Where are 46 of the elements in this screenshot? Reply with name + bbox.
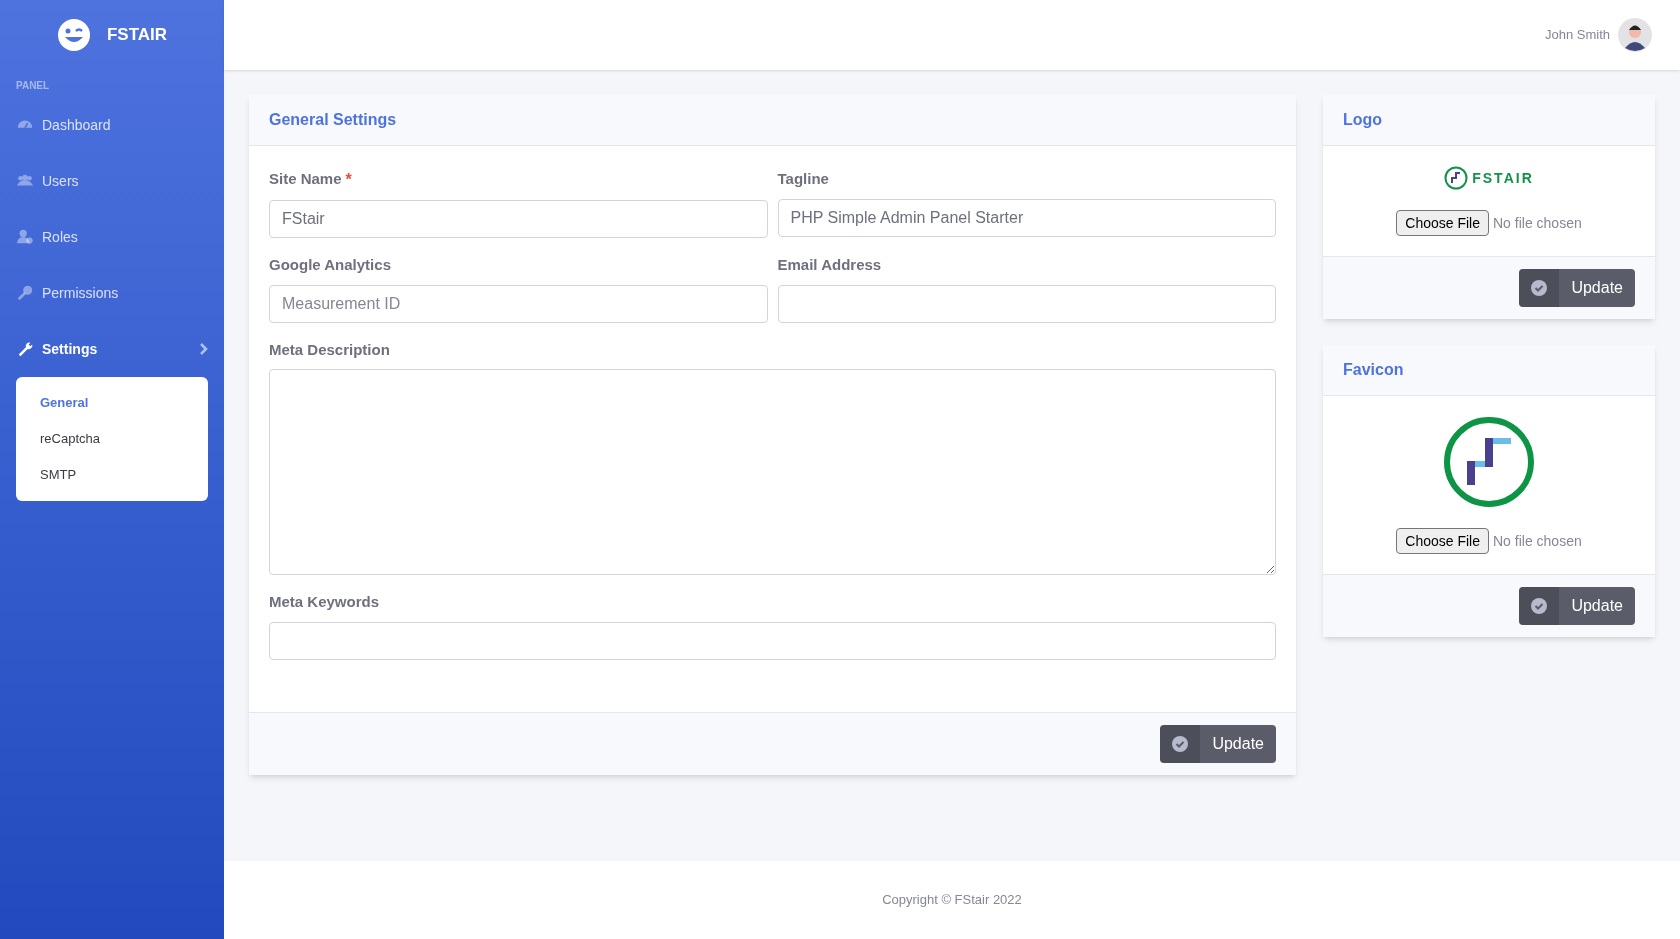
brand-name: FSTAIR xyxy=(106,24,168,47)
update-button[interactable]: Update xyxy=(1519,269,1635,307)
user-icon xyxy=(16,228,34,246)
input-field[interactable] xyxy=(777,284,1276,323)
wrench-icon xyxy=(16,340,34,358)
key-icon xyxy=(16,284,34,302)
update-button[interactable]: Update xyxy=(1519,587,1635,625)
submenu-item[interactable]: General xyxy=(16,385,208,421)
stairs-logo-icon xyxy=(1444,166,1469,190)
nav-item[interactable]: Settings xyxy=(0,321,224,377)
input-field[interactable] xyxy=(269,621,1276,660)
input-field[interactable]: Measurement ID xyxy=(269,284,768,323)
input-field[interactable]: PHP Simple Admin Panel Starter xyxy=(777,198,1276,237)
check-circle-icon xyxy=(1531,598,1548,614)
choose-file-button[interactable]: Choose File xyxy=(1396,210,1489,236)
card-title: Logo xyxy=(1343,110,1383,130)
file-status: No file chosen xyxy=(1493,213,1582,233)
copyright-text: Copyright © FStair 2022 xyxy=(882,891,1022,910)
field-label: Google Analytics xyxy=(269,255,392,275)
stairs-logo-icon xyxy=(1443,416,1535,508)
textarea-field[interactable] xyxy=(269,369,1276,575)
nav-item[interactable]: Dashboard xyxy=(0,97,224,153)
submenu-item[interactable]: reCaptcha xyxy=(16,421,208,457)
nav-item[interactable]: Users xyxy=(0,153,224,209)
avatar-icon[interactable] xyxy=(1618,18,1652,52)
section-label: PANEL xyxy=(15,79,51,93)
choose-file-button[interactable]: Choose File xyxy=(1396,528,1489,554)
nav-item[interactable]: Permissions xyxy=(0,265,224,321)
submenu-item[interactable]: SMTP xyxy=(16,457,208,493)
user-name[interactable]: John Smith xyxy=(1544,25,1610,45)
check-circle-icon xyxy=(1172,735,1189,752)
file-status: No file chosen xyxy=(1493,531,1582,551)
logo-wordmark: FSTAIR xyxy=(1472,168,1534,188)
input-field[interactable]: FStair xyxy=(269,200,768,238)
nav-item[interactable]: Roles xyxy=(0,209,224,265)
required-mark: * xyxy=(345,170,352,190)
card-title: General Settings xyxy=(269,110,397,130)
card-title: Favicon xyxy=(1343,360,1404,380)
field-label: Meta Keywords xyxy=(269,592,381,612)
winking-face-icon xyxy=(56,18,91,52)
field-label: Site Name xyxy=(269,169,342,189)
field-label: Meta Description xyxy=(269,339,391,360)
field-label: Email Address xyxy=(777,255,883,275)
update-button[interactable]: Update xyxy=(1160,724,1276,763)
check-circle-icon xyxy=(1531,280,1548,296)
field-label: Tagline xyxy=(777,169,830,189)
